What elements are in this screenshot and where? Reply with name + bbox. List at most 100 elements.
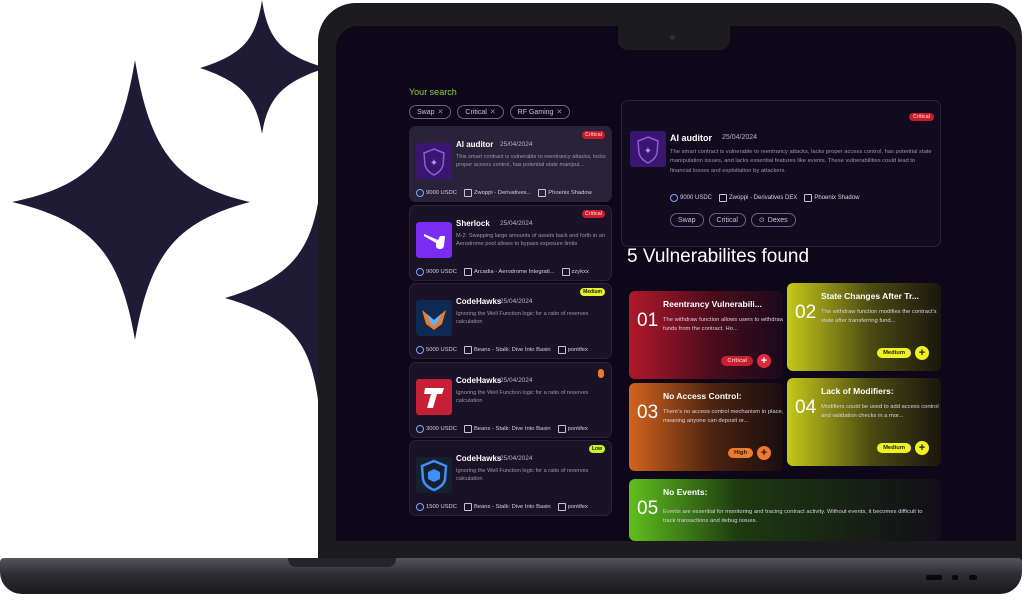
auditor-name: pontifex	[557, 503, 588, 511]
search-filter-chips: Swap ✕ Critical ✕ RF Gaming ✕	[409, 105, 571, 119]
vulnerability-card-05[interactable]: 05 No Events: Events are essential for m…	[629, 479, 941, 541]
vulnerability-title: Lack of Modifiers:	[821, 386, 894, 396]
window-icon	[719, 194, 728, 202]
status-dot	[598, 368, 604, 378]
close-icon[interactable]: ✕	[556, 108, 562, 116]
laptop-base-notch	[288, 558, 396, 567]
close-icon[interactable]: ✕	[438, 108, 444, 116]
vulnerability-description: Modifiers could be used to add access co…	[821, 404, 939, 420]
document-icon	[561, 267, 570, 276]
severity-badge: High	[728, 448, 753, 458]
window-icon	[463, 189, 472, 197]
severity-badge: Critical	[582, 131, 605, 139]
add-button[interactable]: +	[757, 446, 771, 460]
t-letter-logo-icon	[416, 378, 452, 415]
vulnerability-description: The withdraw function modifies the contr…	[821, 309, 937, 325]
shield-cube-logo-icon	[416, 457, 452, 493]
project-name: Zwoppi - Derivatives DEX	[719, 194, 797, 202]
project-name: Beans - Stalk: Dive Into Basin	[463, 503, 551, 511]
camera-icon	[670, 35, 675, 40]
project-name: Arcadia - Aerodrome Integrati...	[463, 267, 555, 276]
vulnerability-number: 02	[795, 302, 817, 323]
window-icon	[463, 346, 472, 354]
coin-icon	[416, 346, 424, 354]
card-date: 25/04/2024	[500, 219, 533, 227]
window-icon	[463, 267, 472, 276]
sd-slot-icon	[926, 575, 942, 580]
reward-amount: 9000 USDC	[670, 194, 712, 202]
codehawks-logo-icon	[416, 300, 452, 336]
vulnerability-title: No Access Control:	[663, 391, 742, 401]
auditor-name: Phoenix Shadow	[804, 194, 859, 202]
svg-text:✦: ✦	[430, 158, 438, 169]
card-title: CodeHawks	[456, 375, 502, 385]
vulnerability-actions: Critical +	[721, 354, 771, 368]
card-title: CodeHawks	[456, 297, 502, 306]
card-date: 25/04/2024	[500, 376, 533, 384]
coin-icon	[416, 503, 424, 511]
tag-swap[interactable]: Swap	[670, 213, 704, 227]
tag-critical[interactable]: Critical	[708, 213, 746, 227]
card-description: M-2: Swapping large amounts of assets ba…	[456, 232, 605, 247]
filter-chip-swap[interactable]: Swap ✕	[409, 105, 452, 119]
vulnerability-actions: Medium +	[877, 441, 929, 455]
add-button[interactable]: +	[757, 354, 771, 368]
add-button[interactable]: +	[915, 441, 929, 455]
document-icon	[538, 189, 547, 197]
tag-dexes[interactable]: ⊙ Dexes	[750, 213, 796, 227]
card-date: 25/04/2024	[500, 298, 533, 305]
card-description: Ignoring the Well Function logic for a r…	[456, 468, 589, 483]
document-icon	[804, 194, 813, 202]
coin-icon	[670, 194, 678, 202]
sparkle-decoration	[12, 0, 340, 400]
result-card[interactable]: Critical Sherlock 25/04/2024 M-2: Swappi…	[409, 204, 612, 281]
card-date: 25/04/2024	[500, 455, 533, 462]
small-sparkle-icon	[200, 0, 326, 134]
result-card[interactable]: CodeHawks 25/04/2024 Ignoring the Well F…	[409, 361, 612, 438]
project-name: Zwoppi - Derivatives...	[463, 189, 531, 197]
filter-chip-critical[interactable]: Critical ✕	[457, 105, 504, 119]
vulnerability-number: 04	[795, 397, 817, 418]
vulnerability-card-02[interactable]: 02 State Changes After Tr... The withdra…	[787, 283, 941, 371]
result-card[interactable]: Low CodeHawks 25/04/2024 Ignoring the We…	[409, 440, 612, 516]
close-icon[interactable]: ✕	[490, 108, 496, 116]
document-icon	[557, 346, 566, 354]
svg-text:✦: ✦	[644, 146, 652, 157]
document-icon	[557, 424, 566, 433]
results-list: ✦ Critical AI auditor 25/04/2024 This sm…	[409, 126, 612, 519]
result-card[interactable]: Medium CodeHawks 25/04/2024 Ignoring the…	[409, 283, 612, 359]
reward-amount: 5000 USDC	[416, 346, 457, 354]
severity-badge: Low	[589, 445, 605, 453]
card-date: 25/04/2024	[500, 141, 533, 148]
severity-badge: Medium	[877, 443, 911, 453]
vulnerability-title: No Events:	[663, 487, 708, 497]
camera-notch	[618, 26, 730, 50]
project-name: Beans - Stalk: Dive Into Basin	[463, 346, 551, 354]
vulnerability-description: Events are essential for monitoring and …	[663, 509, 923, 525]
ai-auditor-logo-icon: ✦	[416, 143, 452, 179]
detail-description: The smart contract is vulnerable to reen…	[670, 149, 932, 174]
vulnerability-card-03[interactable]: 03 No Access Control: There's no access …	[629, 383, 783, 471]
detail-date: 25/04/2024	[722, 134, 758, 141]
ai-auditor-logo-icon: ✦	[630, 131, 666, 167]
card-meta: 9000 USDC Arcadia - Aerodrome Integrati.…	[416, 267, 589, 276]
vulnerability-title: State Changes After Tr...	[821, 291, 919, 301]
chip-label: Critical	[465, 108, 487, 116]
search-label: Your search	[409, 87, 457, 97]
laptop-screen: Your search Swap ✕ Critical ✕ RF Gaming ✕ ✦…	[336, 26, 1016, 541]
detail-title: AI auditor	[670, 133, 712, 143]
severity-badge: Critical	[909, 113, 934, 121]
filter-chip-rf-gaming[interactable]: RF Gaming ✕	[509, 105, 571, 119]
detail-meta: 9000 USDC Zwoppi - Derivatives DEX Phoen…	[670, 194, 859, 202]
vulnerability-number: 05	[637, 498, 659, 519]
detail-tags: Swap Critical ⊙ Dexes	[670, 213, 796, 227]
sherlock-pipe-logo-icon	[416, 221, 452, 258]
result-card[interactable]: ✦ Critical AI auditor 25/04/2024 This sm…	[409, 126, 612, 202]
card-title: Sherlock	[456, 218, 490, 228]
vulnerability-card-01[interactable]: 01 Reentrancy Vulnerabili... The withdra…	[629, 291, 783, 379]
add-button[interactable]: +	[915, 346, 929, 360]
card-meta: 1500 USDC Beans - Stalk: Dive Into Basin…	[416, 503, 588, 511]
document-icon	[557, 503, 566, 511]
project-name: Beans - Stalk: Dive Into Basin	[463, 424, 551, 433]
vulnerability-card-04[interactable]: 04 Lack of Modifiers: Modifiers could be…	[787, 378, 941, 466]
